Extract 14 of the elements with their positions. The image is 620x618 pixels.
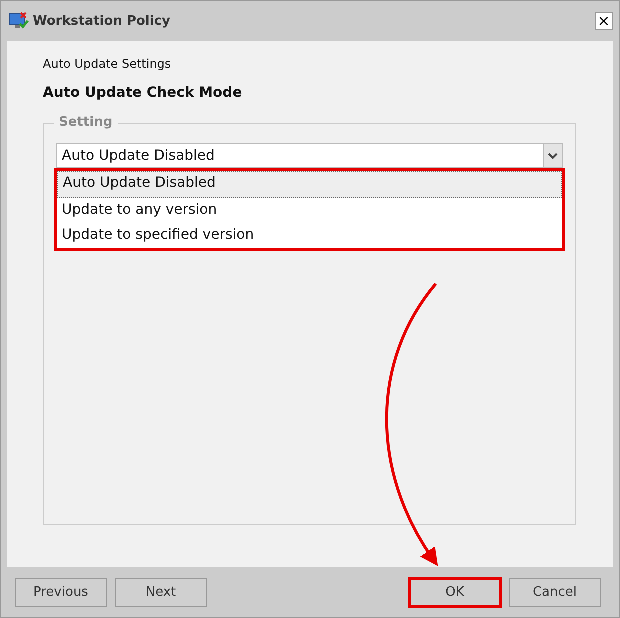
close-button[interactable]: × [595, 12, 613, 30]
page-heading: Auto Update Check Mode [43, 85, 244, 101]
window-title: Workstation Policy [33, 14, 172, 28]
group-legend: Setting [54, 115, 118, 130]
dialog-button[interactable]: OK [409, 578, 501, 606]
dialog-button[interactable]: Next [115, 578, 207, 606]
dialog-button[interactable]: Cancel [509, 578, 601, 606]
monitor-icon [9, 12, 29, 30]
section-label: Auto Update Settings [43, 57, 172, 71]
dropdown-option[interactable]: Auto Update Disabled [57, 171, 562, 198]
dropdown-field[interactable]: Auto Update Disabled [56, 143, 563, 168]
dialog-button[interactable]: Previous [15, 578, 107, 606]
dropdown-option[interactable]: Update to specified version [57, 223, 562, 248]
dropdown-option[interactable]: Update to any version [57, 198, 562, 223]
